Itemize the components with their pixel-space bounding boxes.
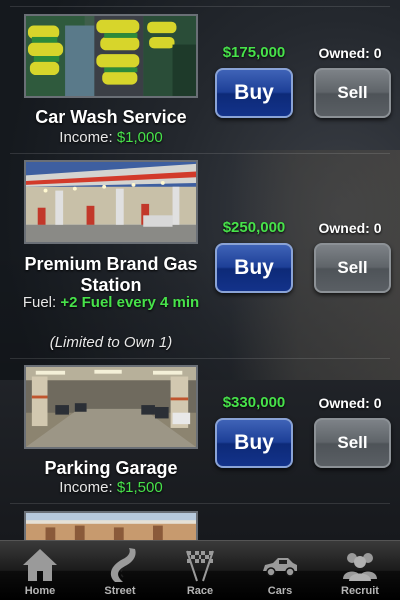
buy-button[interactable]: Buy (215, 243, 293, 293)
fuel-value: +2 Fuel every 4 min (60, 294, 200, 311)
parking-garage-image (24, 365, 198, 449)
tab-race[interactable]: Race (160, 541, 240, 600)
tab-label: Street (104, 585, 136, 597)
home-icon (23, 549, 57, 581)
car-icon (263, 558, 297, 577)
street-icon (110, 548, 136, 582)
owned-count: Owned: 0 (318, 220, 382, 236)
limit-note: (Limited to Own 1) (49, 334, 173, 351)
income-value: $1,500 (116, 479, 163, 496)
checkered-flags-icon (186, 550, 214, 582)
divider (10, 153, 390, 154)
sell-button[interactable]: Sell (314, 243, 391, 293)
sell-button[interactable]: Sell (314, 418, 391, 468)
tab-label: Race (186, 585, 214, 597)
car-wash-image (24, 14, 198, 98)
sell-button[interactable]: Sell (314, 68, 391, 118)
buy-button[interactable]: Buy (215, 68, 293, 118)
buy-button[interactable]: Buy (215, 418, 293, 468)
tab-home[interactable]: Home (0, 541, 80, 600)
item-name: Premium Brand Gas Station (24, 254, 198, 295)
owned-count: Owned: 0 (318, 395, 382, 411)
tab-street[interactable]: Street (80, 541, 160, 600)
price-label: $250,000 (222, 219, 286, 236)
gas-station-image (24, 160, 198, 244)
property-list[interactable]: Car Wash Service Income: $1,000 $175,000… (0, 0, 400, 540)
tab-recruit[interactable]: Recruit (320, 541, 400, 600)
price-label: $330,000 (222, 394, 286, 411)
tab-cars[interactable]: Cars (240, 541, 320, 600)
income-line: Income: $1,000 (8, 129, 214, 147)
tab-label: Recruit (341, 585, 379, 597)
next-property-image (24, 511, 198, 540)
divider (10, 6, 390, 7)
income-label: Income: (59, 129, 113, 146)
income-line: Income: $1,500 (8, 479, 214, 497)
people-icon (343, 553, 377, 581)
item-name: Car Wash Service (35, 107, 187, 127)
income-label: Income: (59, 479, 113, 496)
divider (10, 503, 390, 504)
price-label: $175,000 (222, 44, 286, 61)
divider (10, 358, 390, 359)
owned-count: Owned: 0 (318, 45, 382, 61)
item-name: Parking Garage (44, 458, 178, 478)
tab-label: Home (24, 585, 56, 597)
tab-label: Cars (267, 585, 293, 597)
fuel-line: Fuel: +2 Fuel every 4 min (8, 294, 214, 312)
tab-bar: Home Street Race Cars Recruit (0, 540, 400, 600)
fuel-label: Fuel: (22, 294, 57, 311)
income-value: $1,000 (116, 129, 163, 146)
